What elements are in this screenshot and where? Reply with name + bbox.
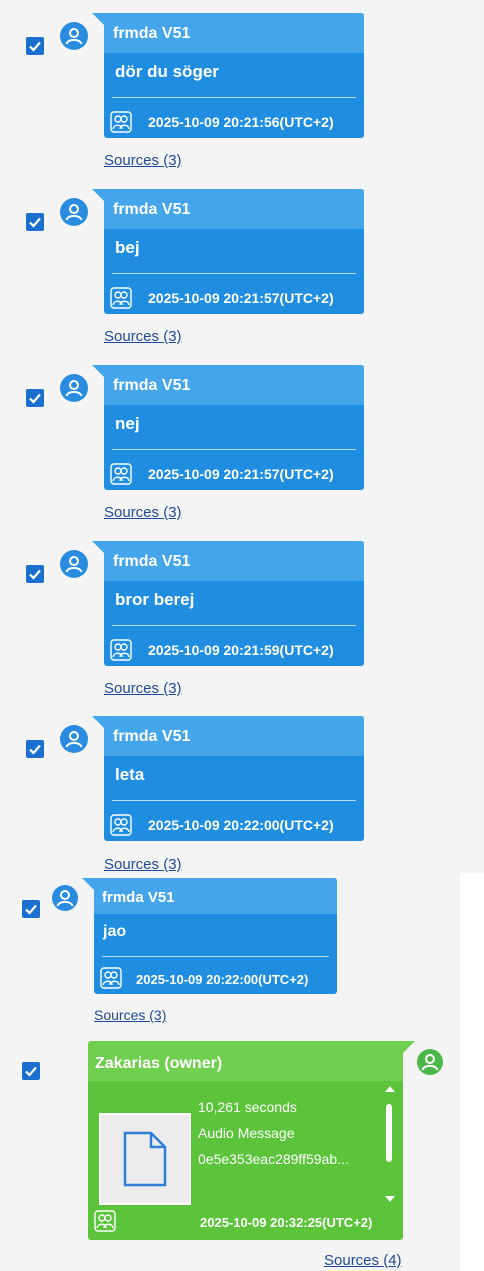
- group-chat-icon: [94, 1210, 116, 1232]
- message-bubble[interactable]: frmda V51 leta 2025-10-09 20:22:00(UTC+2…: [92, 716, 364, 841]
- sender-name: frmda V51: [113, 25, 191, 42]
- sources-link[interactable]: Sources (3): [94, 1007, 166, 1023]
- sources-link[interactable]: Sources (3): [104, 680, 182, 697]
- message-bubble[interactable]: frmda V51 bror berej 2025-10-09 20:21:59…: [92, 541, 364, 666]
- divider: [112, 625, 356, 626]
- sources-link[interactable]: Sources (3): [104, 504, 182, 521]
- scrollbar-thumb[interactable]: [386, 1104, 392, 1162]
- divider: [112, 800, 356, 801]
- message-text: leta: [115, 765, 145, 784]
- message-text: bror berej: [115, 590, 195, 609]
- message-bubble[interactable]: frmda V51 dör du söger 2025-10-09 20:21:…: [92, 13, 364, 138]
- sender-name: frmda V51: [113, 201, 191, 218]
- divider: [112, 449, 356, 450]
- bubble-tail: [401, 1041, 415, 1055]
- bubble-tail: [92, 13, 106, 27]
- group-chat-icon: [110, 111, 132, 133]
- message-text: dör du söger: [115, 62, 219, 81]
- bubble-tail: [92, 716, 106, 730]
- group-chat-icon: [110, 463, 132, 485]
- sender-avatar-icon: [60, 550, 88, 578]
- check-icon: [29, 744, 41, 755]
- check-icon: [29, 41, 41, 52]
- file-icon: [123, 1131, 167, 1187]
- owner-message-bubble[interactable]: Zakarias (owner) 10,261 seconds Audio Me…: [88, 1041, 415, 1240]
- message-bubble[interactable]: frmda V51 bej 2025-10-09 20:21:57(UTC+2): [92, 189, 364, 314]
- message-bubble[interactable]: frmda V51 jao 2025-10-09 20:22:00(UTC+2): [82, 878, 337, 994]
- sender-avatar-icon: [52, 885, 78, 911]
- divider: [112, 273, 356, 274]
- sender-name: frmda V51: [113, 553, 191, 570]
- sender-avatar-icon: [60, 374, 88, 402]
- sources-link[interactable]: Sources (3): [104, 152, 182, 169]
- message-text: bej: [115, 238, 140, 257]
- divider: [112, 97, 356, 98]
- scroll-up-arrow-icon[interactable]: [385, 1086, 395, 1092]
- message-bubble[interactable]: frmda V51 nej 2025-10-09 20:21:57(UTC+2): [92, 365, 364, 490]
- bubble-tail: [92, 541, 106, 555]
- message-text: jao: [103, 923, 127, 940]
- sender-name: frmda V51: [113, 728, 191, 745]
- check-icon: [25, 1066, 37, 1077]
- owner-avatar-icon: [417, 1049, 443, 1075]
- audio-type: Audio Message: [198, 1125, 295, 1141]
- message-timestamp: 2025-10-09 20:21:57(UTC+2): [148, 290, 334, 306]
- message-timestamp: 2025-10-09 20:21:56(UTC+2): [148, 114, 334, 130]
- sender-avatar-icon: [60, 198, 88, 226]
- divider: [102, 956, 329, 957]
- group-chat-icon: [110, 814, 132, 836]
- audio-attachment-thumbnail[interactable]: [99, 1113, 191, 1205]
- message-checkbox[interactable]: [22, 1062, 40, 1080]
- sources-link[interactable]: Sources (3): [104, 856, 182, 873]
- check-icon: [29, 217, 41, 228]
- scrollbar[interactable]: [384, 1086, 396, 1202]
- message-checkbox[interactable]: [26, 389, 44, 407]
- message-checkbox[interactable]: [26, 37, 44, 55]
- group-chat-icon: [110, 287, 132, 309]
- sources-link[interactable]: Sources (3): [104, 328, 182, 345]
- sender-name: frmda V51: [102, 889, 175, 906]
- group-chat-icon: [100, 967, 122, 989]
- check-icon: [29, 569, 41, 580]
- message-checkbox[interactable]: [26, 565, 44, 583]
- scroll-down-arrow-icon[interactable]: [385, 1196, 395, 1202]
- bubble-tail: [92, 365, 106, 379]
- check-icon: [25, 904, 37, 915]
- check-icon: [29, 393, 41, 404]
- message-timestamp: 2025-10-09 20:22:00(UTC+2): [136, 972, 309, 987]
- audio-file-id: 0e5e353eac289ff59ab...: [198, 1151, 349, 1167]
- message-checkbox[interactable]: [26, 213, 44, 231]
- message-timestamp: 2025-10-09 20:32:25(UTC+2): [200, 1215, 373, 1230]
- bubble-tail: [92, 189, 106, 203]
- sources-link[interactable]: Sources (4): [324, 1252, 402, 1269]
- sender-avatar-icon: [60, 22, 88, 50]
- bubble-tail: [82, 878, 96, 892]
- message-timestamp: 2025-10-09 20:22:00(UTC+2): [148, 817, 334, 833]
- sender-name: Zakarias (owner): [95, 1055, 223, 1072]
- sender-name: frmda V51: [113, 377, 191, 394]
- message-checkbox[interactable]: [26, 740, 44, 758]
- message-timestamp: 2025-10-09 20:21:57(UTC+2): [148, 466, 334, 482]
- sender-avatar-icon: [60, 725, 88, 753]
- message-text: nej: [115, 414, 140, 433]
- message-checkbox[interactable]: [22, 900, 40, 918]
- audio-duration: 10,261 seconds: [198, 1099, 297, 1115]
- group-chat-icon: [110, 639, 132, 661]
- message-timestamp: 2025-10-09 20:21:59(UTC+2): [148, 642, 334, 658]
